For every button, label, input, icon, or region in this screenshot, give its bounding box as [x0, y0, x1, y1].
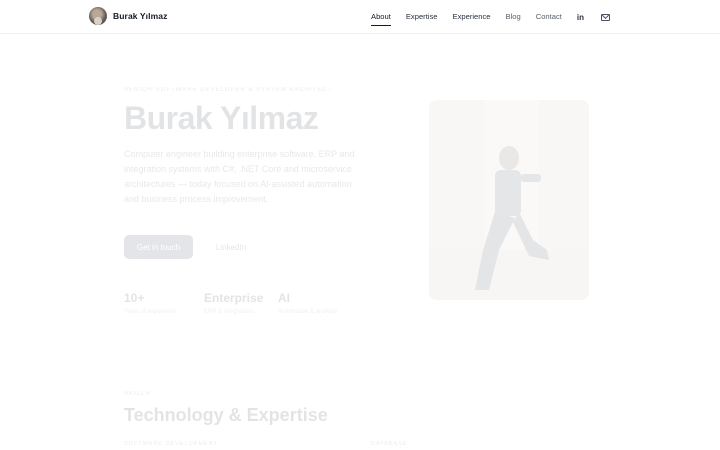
linkedin-icon[interactable]: in: [577, 13, 584, 22]
get-in-touch-button[interactable]: Get in touch: [124, 235, 193, 259]
skills-title: Technology & Expertise: [124, 405, 328, 425]
skills-eyebrow: SKILLS: [124, 391, 151, 397]
hero-title: Burak Yılmaz: [124, 100, 319, 136]
stat-experience: 10+ Years of experience: [124, 291, 177, 315]
stat-enterprise: Enterprise ERP & integrations: [204, 291, 263, 315]
portrait-illustration: [429, 100, 589, 300]
stat-label: ERP & integrations: [204, 309, 255, 315]
nav-item-blog[interactable]: Blog: [506, 12, 521, 22]
nav-item-about[interactable]: About: [371, 12, 391, 26]
brand-link[interactable]: Burak Yılmaz: [89, 7, 167, 25]
nav-item-expertise[interactable]: Expertise: [406, 12, 438, 22]
stat-label: Years of experience: [124, 309, 177, 315]
stat-value: Enterprise: [204, 291, 264, 305]
site-header: Burak Yılmaz About Expertise Experience …: [0, 0, 720, 34]
mail-icon[interactable]: [601, 13, 610, 21]
main-nav: About Expertise Experience Blog Contact …: [371, 11, 610, 26]
brand-name: Burak Yılmaz: [113, 11, 168, 21]
linkedin-button[interactable]: LinkedIn: [208, 235, 254, 259]
avatar: [89, 7, 107, 25]
nav-item-contact[interactable]: Contact: [536, 12, 562, 22]
hero-eyebrow: SENIOR SOFTWARE DEVELOPER & SYSTEM ARCHI…: [124, 87, 333, 93]
stat-value: 10+: [124, 291, 145, 305]
portrait-photo: [429, 100, 589, 300]
stat-value: AI: [278, 291, 290, 305]
category-database: DATABASE: [371, 441, 408, 447]
nav-item-experience[interactable]: Experience: [453, 12, 491, 22]
category-software-development: SOFTWARE DEVELOPMENT: [124, 441, 219, 447]
stat-label: Automation & analysis: [278, 309, 338, 315]
hero-description: Computer engineer building enterprise so…: [124, 149, 355, 204]
stat-ai: AI Automation & analysis: [278, 291, 337, 315]
